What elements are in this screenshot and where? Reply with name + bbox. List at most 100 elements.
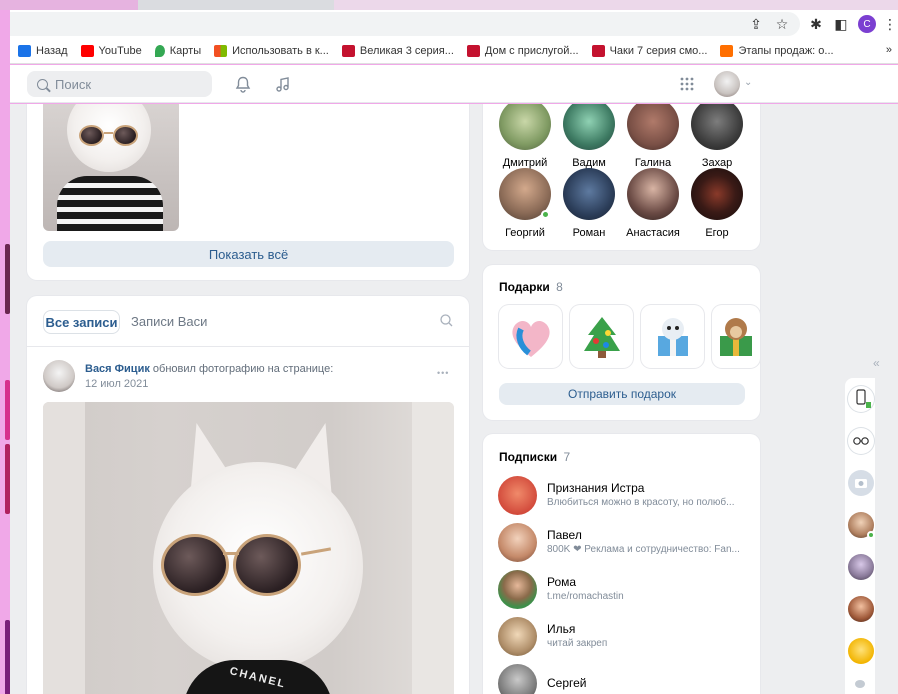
friend-item[interactable]: Анастасия [620,168,686,239]
subscriptions-title[interactable]: Подписки 7 [499,450,570,464]
post-author-link[interactable]: Вася Фицик [85,363,150,375]
friend-avatar [691,168,743,220]
browser-tab[interactable] [138,0,334,10]
bookmark-back[interactable]: Назад [18,44,68,57]
subscription-item[interactable]: Сергей [498,664,760,694]
browser-menu-icon[interactable]: ⋮ [880,14,898,34]
collapse-chats-icon[interactable]: « [873,356,880,370]
gifts-card: Подарки 8 Отправить подарок [483,265,760,420]
post-menu-icon[interactable]: ••• [437,368,449,378]
friend-item[interactable]: Егор [684,168,750,239]
bookmarks-overflow-button[interactable]: » [886,44,892,56]
share-icon[interactable]: ⇪ [746,14,766,34]
chat-avatar[interactable] [848,638,874,664]
bell-icon-graphic [235,76,251,93]
bookmark-4[interactable]: Использовать в к... [214,44,329,57]
subscription-item[interactable]: Рома t.me/romachastin [498,570,760,610]
gift-item[interactable] [499,305,562,368]
friend-avatar [627,168,679,220]
photo-margin [43,402,85,694]
search-input[interactable]: Поиск [27,71,212,97]
subscription-description: Влюбиться можно в красоту, но полюб... [547,497,735,508]
friend-name: Роман [572,227,606,239]
bookmark-7[interactable]: Чаки 7 серия смо... [591,44,708,57]
post-author-avatar[interactable] [43,360,75,392]
bookmark-6[interactable]: Дом с прислугой... [466,44,579,57]
subscription-name: Павел [547,528,582,542]
friend-item[interactable]: Вадим [556,104,622,169]
chat-phone-store[interactable] [848,386,874,412]
friend-avatar [563,168,615,220]
extensions-icon[interactable]: ✱ [806,14,826,34]
chart-icon [720,44,734,57]
subscription-item[interactable]: Признания Истра Влюбиться можно в красот… [498,476,760,516]
tab-all-posts[interactable]: Все записи [43,310,120,334]
gift-item[interactable] [641,305,704,368]
bookmark-maps[interactable]: Карты [154,44,202,57]
chat-avatar[interactable] [848,554,874,580]
friend-item[interactable]: Роман [556,168,622,239]
search-icon [37,78,48,90]
chat-avatar[interactable] [848,512,875,539]
friend-name: Георгий [505,227,545,239]
post-header: Вася Фицик обновил фотографию на страниц… [85,363,333,375]
bookmark-label: YouTube [98,44,142,57]
bookmark-star-icon[interactable]: ☆ [772,14,792,34]
windows-grid-icon [214,44,228,57]
subscription-item[interactable]: Павел 800K ❤ Реклама и сотрудничество: F… [498,523,760,563]
chat-avatar[interactable] [848,596,874,622]
chat-bubble-icon[interactable] [855,680,865,688]
photo-thumbnail[interactable] [43,104,179,231]
gifts-title-label: Подарки [499,280,550,294]
back-bookmark-icon [18,44,31,57]
apps-grid-graphic [680,77,694,91]
chevron-down-icon[interactable]: ⌄ [744,77,752,88]
camera-icon [855,479,867,488]
gift-item[interactable] [570,305,633,368]
show-all-button[interactable]: Показать всё [43,241,454,267]
bookmark-label: Дом с прислугой... [484,44,579,57]
subscription-avatar [498,523,537,562]
subscription-name: Признания Истра [547,481,645,495]
friend-item[interactable]: Георгий [492,168,558,239]
subscription-item[interactable]: Илья читай закреп [498,617,760,657]
phone-icon [856,389,871,408]
maps-pin-icon [154,44,165,57]
bookmark-youtube[interactable]: YouTube [80,44,142,57]
post-date[interactable]: 12 июл 2021 [85,378,148,390]
gift-item[interactable] [712,305,760,368]
bookmark-8[interactable]: Этапы продаж: о... [720,44,834,57]
gifts-title[interactable]: Подарки 8 [499,280,563,294]
side-panel-icon[interactable]: ◧ [831,14,851,34]
bookmark-5[interactable]: Великая 3 серия... [341,44,454,57]
profile-avatar[interactable]: C [858,15,876,33]
christmas-tree-icon [583,316,620,358]
friend-item[interactable]: Дмитрий [492,104,558,169]
chat-no-photo[interactable] [848,470,874,496]
send-gift-button[interactable]: Отправить подарок [499,383,745,405]
subscriptions-title-label: Подписки [499,450,558,464]
bookmark-label: Чаки 7 серия смо... [609,44,708,57]
post-photo[interactable]: CHANEL [43,402,454,694]
apps-grid-icon[interactable] [676,73,698,95]
subscription-avatar [498,570,537,609]
bookmarks-bar: Назад YouTube Карты Использовать в к... … [10,38,898,64]
friend-item[interactable]: Галина [620,104,686,169]
sunglasses-lens [113,125,138,146]
user-avatar[interactable] [714,71,740,97]
subscription-description: t.me/romachastin [547,591,624,602]
z-logo-icon [341,44,355,57]
music-note-icon[interactable] [272,73,294,95]
url-field[interactable] [10,12,800,36]
bell-icon[interactable] [232,73,254,95]
bookmark-label: Карты [169,44,202,57]
tab-owner-posts[interactable]: Записи Васи [131,314,207,329]
chat-glasses-store[interactable] [848,428,874,454]
friend-item[interactable]: Захар [684,104,750,169]
photos-card: Показать всё [27,104,469,280]
browser-tab[interactable] [334,0,898,10]
friend-avatar [627,104,679,150]
heart-gift-icon [511,320,550,357]
friend-avatar [499,168,551,220]
wall-search-icon[interactable] [440,314,453,330]
